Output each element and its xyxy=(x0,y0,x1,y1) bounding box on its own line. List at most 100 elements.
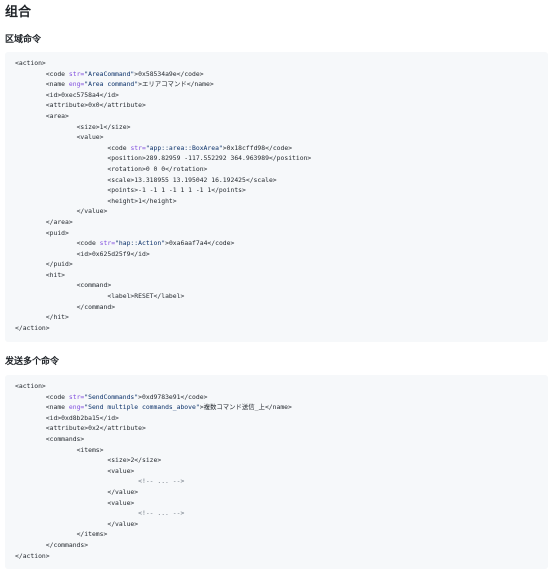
code-line: <name eng="Send multiple commands_above"… xyxy=(15,402,548,413)
code-line: <action> xyxy=(15,58,548,69)
xml-close-tag: </points> xyxy=(211,186,246,195)
code-line: </command> xyxy=(15,302,548,313)
xml-attr-name: eng= xyxy=(68,80,85,89)
xml-value: 0xa6aaf7a4 xyxy=(168,239,208,248)
xml-close-tag: </id> xyxy=(130,249,150,258)
code-line: <command> xyxy=(15,280,548,291)
code-line: <commands> xyxy=(15,434,548,445)
document-page: 组合 区域命令 <action> <code str="AreaCommand"… xyxy=(0,0,554,580)
xml-value: 0x625d25f9 xyxy=(91,249,131,258)
xml-tag: </commands> xyxy=(45,540,89,549)
xml-tag: <area> xyxy=(45,111,69,120)
xml-value: 0x18cffd98 xyxy=(226,143,266,152)
xml-attr-value: "app::area::BoxArea" xyxy=(145,143,223,152)
xml-value: 0x2 xyxy=(88,424,100,433)
code-line: <id>0x625d25f9</id> xyxy=(15,249,548,260)
code-line: <size>2</size> xyxy=(15,455,548,466)
code-line: <name eng="Area command">エリアコマンド</name> xyxy=(15,79,548,90)
xml-open-tag: <code xyxy=(45,69,69,78)
code-line: <attribute>0x0</attribute> xyxy=(15,100,548,111)
code-line: </items> xyxy=(15,529,548,540)
section-heading-area-command: 区域命令 xyxy=(5,35,42,45)
code-line: <hit> xyxy=(15,270,548,281)
xml-close-tag: </code> xyxy=(176,69,204,78)
xml-attr-value: "Send multiple commands_above" xyxy=(84,403,200,412)
xml-comment: <!-- ... --> xyxy=(138,477,185,486)
code-block-area-command: <action> <code str="AreaCommand">0x58534… xyxy=(5,52,548,342)
xml-attr-value: "SendCommands" xyxy=(84,392,139,401)
xml-tag: <items> xyxy=(76,445,104,454)
xml-close-tag: </rotation> xyxy=(165,164,208,173)
code-line: <value> xyxy=(15,466,548,477)
xml-open-tag: <points> xyxy=(107,186,139,195)
xml-value: 0 0 0 xyxy=(145,164,166,173)
xml-close-tag: </label> xyxy=(153,292,185,301)
code-line: <attribute>0x2</attribute> xyxy=(15,423,548,434)
code-line: </value> xyxy=(15,206,548,217)
code-line: <code str="hap::Action">0xa6aaf7a4</code… xyxy=(15,238,548,249)
xml-tag: <value> xyxy=(107,498,135,507)
xml-open-tag: <attribute> xyxy=(45,424,89,433)
xml-open-tag: <name xyxy=(45,80,69,89)
code-line: </area> xyxy=(15,217,548,228)
xml-tag: <action> xyxy=(15,382,46,390)
xml-tag: <command> xyxy=(76,281,112,290)
xml-attr-value: "Area command" xyxy=(84,80,139,89)
xml-tag: <puid> xyxy=(45,228,69,237)
code-line: <label>RESET</label> xyxy=(15,291,548,302)
xml-value: 0xd9783e91 xyxy=(142,392,181,401)
code-line: <items> xyxy=(15,445,548,456)
xml-open-tag: <height> xyxy=(107,196,139,205)
code-line: <id>0xec5758a4</id> xyxy=(15,90,548,101)
xml-value: -1 -1 1 -1 1 1 -1 1 xyxy=(138,186,212,195)
code-line: <action> xyxy=(15,381,548,392)
page-title: 组合 xyxy=(5,5,32,20)
xml-value: 13.318955 13.195042 16.192425 xyxy=(134,175,246,184)
xml-value: RESET xyxy=(134,292,154,301)
xml-tag: </value> xyxy=(107,487,139,496)
xml-tag: </action> xyxy=(15,551,50,560)
xml-open-tag: <size> xyxy=(76,122,100,131)
code-line: <size>1</size> xyxy=(15,122,548,133)
xml-close-tag: </id> xyxy=(99,90,119,99)
xml-close-tag: </size> xyxy=(103,122,131,131)
code-line: <code str="AreaCommand">0x58534a9e</code… xyxy=(15,69,548,80)
xml-open-tag: <name xyxy=(45,403,69,412)
code-line: <puid> xyxy=(15,228,548,239)
code-line: <points>-1 -1 1 -1 1 1 -1 1</points> xyxy=(15,185,548,196)
code-line: </action> xyxy=(15,551,548,562)
xml-close-tag: </code> xyxy=(207,239,235,248)
xml-close-tag: </height> xyxy=(141,196,177,205)
xml-value: 289.82959 -117.552292 364.963989 xyxy=(145,154,269,163)
code-line: <code str="app::area::BoxArea">0x18cffd9… xyxy=(15,143,548,154)
code-line: <value> xyxy=(15,132,548,143)
xml-value: 0xd8b2ba15 xyxy=(61,413,100,422)
xml-attr-value: "hap::Action" xyxy=(115,239,166,248)
xml-tag: </hit> xyxy=(45,313,69,322)
xml-tag: <commands> xyxy=(45,434,85,443)
code-line: <code str="SendCommands">0xd9783e91</cod… xyxy=(15,392,548,403)
xml-close-tag: </name> xyxy=(264,403,292,412)
xml-value: エリアコマンド xyxy=(142,80,187,89)
code-line: <area> xyxy=(15,111,548,122)
code-line: <rotation>0 0 0</rotation> xyxy=(15,164,548,175)
xml-close-tag: </scale> xyxy=(245,175,277,184)
code-line: </value> xyxy=(15,487,548,498)
xml-tag: <action> xyxy=(15,59,46,67)
code-line: <scale>13.318955 13.195042 16.192425</sc… xyxy=(15,175,548,186)
xml-close-tag: </id> xyxy=(99,413,119,422)
xml-value: 0x0 xyxy=(88,101,100,110)
code-line: <value> xyxy=(15,498,548,509)
code-line: </hit> xyxy=(15,312,548,323)
xml-tag: </value> xyxy=(76,207,108,216)
code-line: <height>1</height> xyxy=(15,196,548,207)
xml-tag: </items> xyxy=(76,530,108,539)
code-line: </action> xyxy=(15,323,548,334)
xml-close-tag: </name> xyxy=(186,80,214,89)
code-line: <!-- ... --> xyxy=(15,476,548,487)
xml-tag: <value> xyxy=(76,133,104,142)
xml-open-tag: <size> xyxy=(107,456,131,465)
xml-open-tag: <id> xyxy=(45,90,62,99)
xml-attr-name: str= xyxy=(130,143,146,152)
xml-open-tag: <label> xyxy=(107,292,135,301)
